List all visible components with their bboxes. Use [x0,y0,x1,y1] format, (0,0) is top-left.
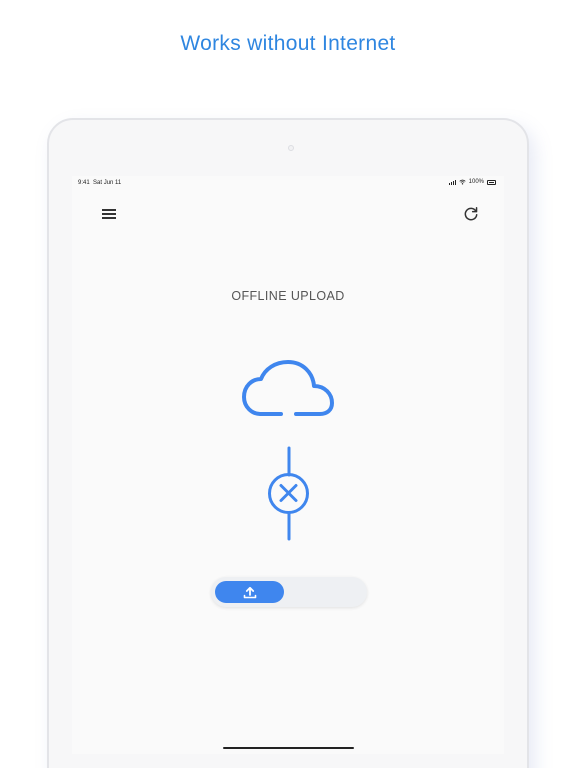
upload-icon [243,586,256,598]
menu-button[interactable] [100,207,118,221]
page-title: OFFLINE UPLOAD [231,289,345,303]
status-indicators: 100% [448,179,496,185]
app-store-screenshot: Works without Internet 9:41 Sat Jun 11 1… [0,0,576,768]
status-bar: 9:41 Sat Jun 11 100% [72,176,504,190]
signal-icon [448,179,456,185]
home-indicator[interactable] [223,747,354,749]
offline-illustration [242,360,334,541]
camera [288,145,294,151]
app-screen: 9:41 Sat Jun 11 100% OFFLINE UPLOAD [72,176,504,754]
refresh-button[interactable] [462,205,480,223]
connection-x-icon [268,446,309,541]
battery-percent: 100% [468,179,484,185]
cloud-icon [242,360,334,416]
battery-icon [487,179,496,185]
refresh-icon [464,206,478,221]
upload-button[interactable] [215,581,284,603]
wifi-icon [459,179,466,185]
status-time: 9:41 Sat Jun 11 [78,180,122,186]
headline: Works without Internet [180,32,396,55]
